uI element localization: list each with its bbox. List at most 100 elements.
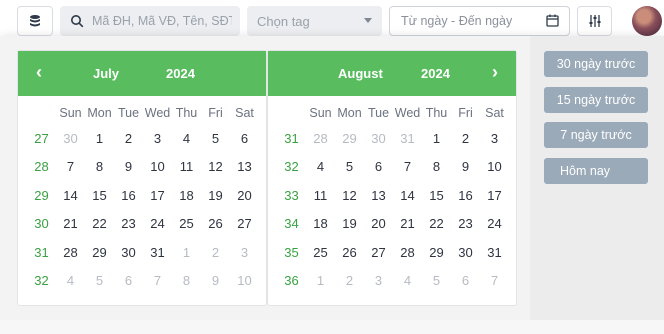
- day-cell[interactable]: 2: [451, 131, 480, 146]
- day-cell[interactable]: 28: [306, 131, 335, 146]
- day-cell[interactable]: 12: [335, 188, 364, 203]
- day-cell[interactable]: 23: [114, 216, 143, 231]
- day-cell[interactable]: 19: [201, 188, 230, 203]
- day-cell[interactable]: 3: [480, 131, 509, 146]
- day-cell[interactable]: 8: [172, 273, 201, 288]
- day-cell[interactable]: 29: [85, 245, 114, 260]
- day-cell[interactable]: 1: [85, 131, 114, 146]
- day-cell[interactable]: 16: [114, 188, 143, 203]
- prev-month-button[interactable]: ‹: [36, 62, 42, 83]
- day-cell[interactable]: 20: [230, 188, 259, 203]
- next-month-button[interactable]: ›: [492, 62, 498, 83]
- day-cell[interactable]: 31: [393, 131, 422, 146]
- day-cell[interactable]: 26: [201, 216, 230, 231]
- day-cell[interactable]: 21: [56, 216, 85, 231]
- day-cell[interactable]: 7: [56, 159, 85, 174]
- preset-7-days-button[interactable]: 7 ngày trước: [544, 122, 648, 148]
- day-cell[interactable]: 13: [230, 159, 259, 174]
- day-cell[interactable]: 24: [143, 216, 172, 231]
- database-button[interactable]: [17, 6, 53, 36]
- preset-15-days-button[interactable]: 15 ngày trước: [544, 87, 648, 113]
- day-cell[interactable]: 5: [85, 273, 114, 288]
- search-input[interactable]: Mã ĐH, Mã VĐ, Tên, SĐT k: [92, 14, 232, 28]
- day-cell[interactable]: 2: [114, 131, 143, 146]
- day-cell[interactable]: 7: [393, 159, 422, 174]
- day-cell[interactable]: 14: [393, 188, 422, 203]
- day-cell[interactable]: 7: [143, 273, 172, 288]
- day-cell[interactable]: 28: [393, 245, 422, 260]
- day-cell[interactable]: 23: [451, 216, 480, 231]
- day-cell[interactable]: 20: [364, 216, 393, 231]
- preset-30-days-button[interactable]: 30 ngày trước: [544, 51, 648, 77]
- avatar[interactable]: [632, 6, 662, 36]
- day-cell[interactable]: 26: [335, 245, 364, 260]
- day-cell[interactable]: 1: [306, 273, 335, 288]
- day-cell[interactable]: 9: [114, 159, 143, 174]
- day-cell[interactable]: 27: [230, 216, 259, 231]
- day-cell[interactable]: 1: [172, 245, 201, 260]
- day-cell[interactable]: 1: [422, 131, 451, 146]
- day-cell[interactable]: 5: [201, 131, 230, 146]
- day-cell[interactable]: 22: [422, 216, 451, 231]
- day-cell[interactable]: 8: [422, 159, 451, 174]
- day-cell[interactable]: 10: [230, 273, 259, 288]
- day-cell[interactable]: 3: [364, 273, 393, 288]
- day-cell[interactable]: 25: [172, 216, 201, 231]
- day-cell[interactable]: 4: [393, 273, 422, 288]
- chevron-down-icon: [364, 18, 372, 23]
- day-cell[interactable]: 31: [143, 245, 172, 260]
- tag-select[interactable]: Chọn tag: [247, 6, 382, 36]
- week-number: 35: [284, 245, 299, 260]
- day-cell[interactable]: 6: [364, 159, 393, 174]
- day-cell[interactable]: 18: [172, 188, 201, 203]
- day-cell[interactable]: 21: [393, 216, 422, 231]
- date-range-input[interactable]: Từ ngày - Đến ngày: [389, 6, 570, 36]
- day-cell[interactable]: 9: [451, 159, 480, 174]
- day-cell[interactable]: 4: [56, 273, 85, 288]
- day-cell[interactable]: 7: [480, 273, 509, 288]
- day-cell[interactable]: 5: [335, 159, 364, 174]
- day-cell[interactable]: 13: [364, 188, 393, 203]
- day-cell[interactable]: 25: [306, 245, 335, 260]
- day-cell[interactable]: 30: [56, 131, 85, 146]
- day-cell[interactable]: 11: [306, 188, 335, 203]
- preset-today-button[interactable]: Hôm nay: [544, 158, 648, 184]
- day-cell[interactable]: 27: [364, 245, 393, 260]
- day-cell[interactable]: 10: [143, 159, 172, 174]
- day-cell[interactable]: 12: [201, 159, 230, 174]
- day-cell[interactable]: 17: [143, 188, 172, 203]
- day-cell[interactable]: 4: [306, 159, 335, 174]
- day-cell[interactable]: 10: [480, 159, 509, 174]
- day-cell[interactable]: 31: [480, 245, 509, 260]
- day-cell[interactable]: 29: [335, 131, 364, 146]
- day-cell[interactable]: 18: [306, 216, 335, 231]
- day-cell[interactable]: 22: [85, 216, 114, 231]
- day-cell[interactable]: 6: [230, 131, 259, 146]
- day-cell[interactable]: 6: [114, 273, 143, 288]
- day-cell[interactable]: 6: [451, 273, 480, 288]
- day-cell[interactable]: 9: [201, 273, 230, 288]
- day-cell[interactable]: 16: [451, 188, 480, 203]
- day-cell[interactable]: 24: [480, 216, 509, 231]
- day-cell[interactable]: 17: [480, 188, 509, 203]
- day-cell[interactable]: 5: [422, 273, 451, 288]
- day-cell[interactable]: 30: [364, 131, 393, 146]
- day-cell[interactable]: 8: [85, 159, 114, 174]
- day-cell[interactable]: 30: [114, 245, 143, 260]
- filter-settings-button[interactable]: [577, 6, 612, 36]
- day-cell[interactable]: 2: [201, 245, 230, 260]
- day-cell[interactable]: 28: [56, 245, 85, 260]
- day-cell[interactable]: 11: [172, 159, 201, 174]
- day-cell[interactable]: 3: [230, 245, 259, 260]
- day-cell[interactable]: 14: [56, 188, 85, 203]
- day-cell[interactable]: 4: [172, 131, 201, 146]
- day-cell[interactable]: 29: [422, 245, 451, 260]
- day-cell[interactable]: 3: [143, 131, 172, 146]
- search-box[interactable]: Mã ĐH, Mã VĐ, Tên, SĐT k: [60, 6, 240, 36]
- day-cell[interactable]: 19: [335, 216, 364, 231]
- day-cell[interactable]: 2: [335, 273, 364, 288]
- day-cell[interactable]: 30: [451, 245, 480, 260]
- day-cell[interactable]: 15: [422, 188, 451, 203]
- toolbar: Mã ĐH, Mã VĐ, Tên, SĐT k Chọn tag Từ ngà…: [0, 0, 664, 40]
- day-cell[interactable]: 15: [85, 188, 114, 203]
